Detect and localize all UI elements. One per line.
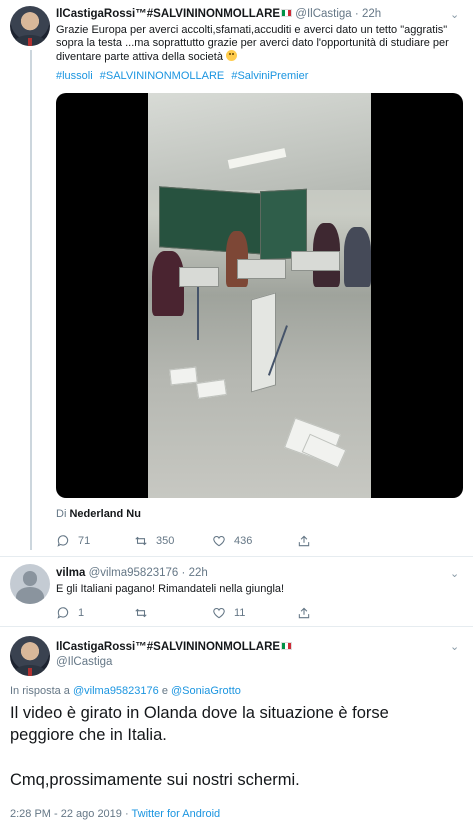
chevron-down-icon[interactable]: ⌄: [450, 10, 460, 21]
chevron-down-icon[interactable]: ⌄: [450, 642, 460, 653]
handle[interactable]: @IlCastiga: [56, 656, 112, 668]
reply-count: 1: [78, 607, 85, 619]
chevron-down-icon[interactable]: ⌄: [450, 569, 460, 580]
like-icon: [213, 608, 225, 619]
retweet-icon: [135, 536, 147, 546]
hashtag-link[interactable]: #SalviniPremier: [231, 70, 308, 82]
tweet-header: IlCastigaRossi™#SALVININONMOLLARE @IlCas…: [56, 8, 381, 20]
smiling-face-emoji: [226, 50, 237, 61]
meta-separator: ·: [124, 808, 129, 820]
reply-icon: [57, 535, 69, 547]
client-link[interactable]: Twitter for Android: [132, 808, 221, 820]
display-name[interactable]: vilma: [56, 567, 85, 579]
like-count: 11: [234, 607, 246, 619]
retweet-button[interactable]: [134, 606, 212, 620]
reply-button[interactable]: 71: [56, 534, 134, 548]
mention-link[interactable]: @SoniaGrotto: [171, 685, 241, 697]
like-icon: [213, 536, 225, 547]
reply-icon: [57, 607, 69, 619]
tweet-text-line: Il video è girato in Olanda dove la situ…: [10, 704, 389, 722]
video-frame: [148, 93, 371, 498]
divider: [0, 556, 473, 557]
like-button[interactable]: 11: [212, 606, 297, 620]
timestamp[interactable]: 22h: [362, 8, 381, 20]
tweet-actions: 1 11: [56, 606, 311, 620]
hashtag-link[interactable]: #lussoli: [56, 70, 93, 82]
tweet-actions: 71 350 436: [56, 534, 311, 548]
source-account-link[interactable]: Nederland Nu: [69, 508, 141, 520]
reply-context: In risposta a @vilma95823176 e @SoniaGro…: [10, 685, 241, 697]
retweet-button[interactable]: 350: [134, 534, 212, 548]
handle[interactable]: @IlCastiga: [295, 8, 351, 20]
separator: ·: [354, 8, 359, 20]
share-button[interactable]: [297, 606, 311, 620]
tweet-text: E gli Italiani pagano! Rimandateli nella…: [56, 583, 285, 595]
display-name[interactable]: IlCastigaRossi™#SALVININONMOLLARE: [56, 641, 280, 653]
reply-conjunction: e: [161, 685, 168, 697]
source-prefix: Di: [56, 508, 67, 520]
avatar[interactable]: [10, 564, 50, 604]
share-icon: [298, 535, 310, 547]
avatar[interactable]: [10, 6, 50, 46]
separator: ·: [181, 567, 186, 579]
video-player[interactable]: [56, 93, 463, 498]
media-source: Di Nederland Nu: [56, 508, 141, 520]
tweet-header: vilma @vilma95823176 · 22h: [56, 567, 208, 579]
tweet-timestamp[interactable]: 2:28 PM - 22 ago 2019: [10, 808, 122, 820]
retweet-count: 350: [156, 535, 175, 547]
reply-button[interactable]: 1: [56, 606, 134, 620]
reply-prefix: In risposta a: [10, 685, 70, 697]
tweet-header: IlCastigaRossi™#SALVININONMOLLARE: [56, 641, 293, 653]
retweet-icon: [135, 608, 147, 618]
tweet-text: Grazie Europa per averci accolti,sfamati…: [56, 24, 466, 64]
hashtag-list: #lussoli #SALVININONMOLLARE #SalviniPrem…: [56, 70, 312, 82]
handle[interactable]: @vilma95823176: [89, 567, 179, 579]
share-button[interactable]: [297, 534, 311, 548]
like-button[interactable]: 436: [212, 534, 297, 548]
display-name[interactable]: IlCastigaRossi™#SALVININONMOLLARE: [56, 8, 280, 20]
mention-link[interactable]: @vilma95823176: [73, 685, 159, 697]
italian-flag-icon: [281, 642, 293, 650]
tweet-text-line: Cmq,prossimamente sui nostri schermi.: [10, 771, 300, 789]
italian-flag-icon: [281, 9, 293, 17]
tweet-meta: 2:28 PM - 22 ago 2019 · Twitter for Andr…: [10, 808, 220, 820]
hashtag-link[interactable]: #SALVININONMOLLARE: [100, 70, 225, 82]
like-count: 436: [234, 535, 253, 547]
thread-connector: [30, 50, 32, 550]
share-icon: [298, 607, 310, 619]
avatar[interactable]: [10, 636, 50, 676]
divider: [0, 626, 473, 627]
reply-count: 71: [78, 535, 91, 547]
tweet-text-line: peggiore che in Italia.: [10, 726, 167, 744]
timestamp[interactable]: 22h: [189, 567, 208, 579]
tweet-text-content: Grazie Europa per averci accolti,sfamati…: [56, 24, 449, 63]
